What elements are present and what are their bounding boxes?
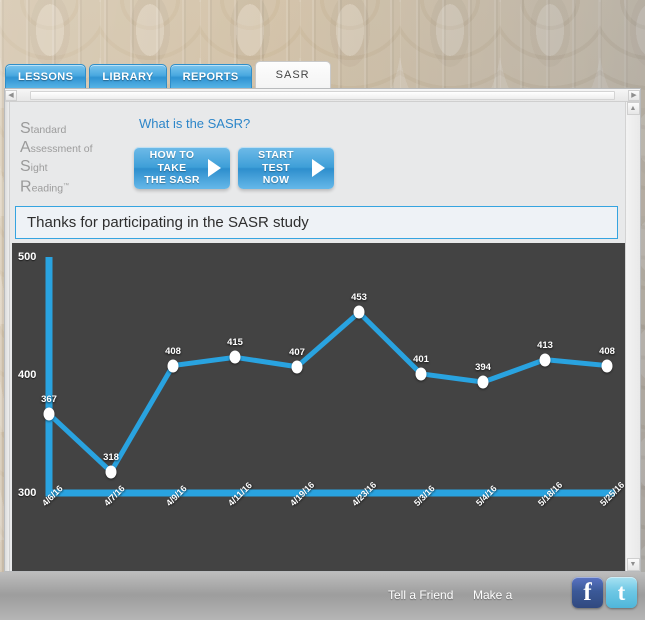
logo-text-assessment: ssessment of [30, 143, 93, 155]
start-test-line2: NOW [262, 174, 290, 187]
logo-text-reading: eading [31, 182, 64, 195]
arrow-right-icon [208, 159, 221, 177]
chart-point-label: 415 [227, 337, 243, 349]
start-test-label: START TEST NOW [245, 149, 307, 187]
tab-reports-label: REPORTS [182, 70, 239, 83]
tab-lessons-label: LESSONS [18, 70, 74, 83]
chart-data-point[interactable] [229, 350, 241, 364]
left-rail [5, 102, 10, 571]
logo-text-sight: ight [30, 162, 48, 174]
logo-line-standard: Standard [20, 120, 125, 139]
score-chart: 300 400 500 367 4/6/16 318 4/7/16 408 4/9/16 415 4… [12, 243, 625, 571]
app-viewport: ◀ ▶ ▲ ▼ Standard Assessment of Sight Rea… [4, 88, 641, 572]
make-a-link[interactable]: Make a [473, 588, 512, 602]
y-axis-tick-300: 300 [18, 487, 37, 499]
page-header: Standard Assessment of Sight Reading™ Wh… [12, 102, 625, 202]
thanks-banner-text: Thanks for participating in the SASR stu… [27, 214, 309, 231]
chart-point-label: 408 [165, 345, 181, 357]
tab-sasr-label: SASR [275, 69, 310, 81]
chart-data-point[interactable] [601, 359, 613, 373]
tab-bar: LESSONS LIBRARY REPORTS SASR [0, 60, 645, 88]
chart-point-label: 408 [599, 345, 615, 357]
logo-cap-s1: S [20, 120, 31, 137]
how-to-take-label: HOW TO TAKE THE SASR [141, 149, 203, 187]
y-axis-tick-500: 500 [18, 251, 37, 263]
chart-axis-rails [45, 257, 615, 497]
tab-reports[interactable]: REPORTS [169, 64, 252, 88]
how-to-take-line2: THE SASR [144, 174, 200, 187]
tab-library-label: LIBRARY [102, 70, 154, 83]
chart-plot-area: 300 400 500 367 4/6/16 318 4/7/16 408 4/9/16 415 4… [12, 243, 625, 571]
chart-data-line [47, 309, 608, 475]
y-axis-tick-400: 400 [18, 369, 37, 381]
chart-line-svg [45, 257, 615, 497]
logo-line-sight: Sight [20, 158, 125, 177]
how-to-take-sasr-button[interactable]: HOW TO TAKE THE SASR [134, 147, 230, 189]
twitter-icon[interactable]: t [606, 577, 637, 608]
logo-cap-s2: S [20, 158, 31, 175]
chart-data-point[interactable] [105, 465, 117, 479]
what-is-sasr-link[interactable]: What is the SASR? [139, 116, 250, 131]
trademark-icon: ™ [63, 183, 70, 189]
how-to-take-line1: HOW TO TAKE [149, 149, 195, 174]
chart-data-point[interactable] [167, 359, 179, 373]
chart-data-point[interactable] [43, 407, 55, 421]
chart-point-label: 453 [351, 292, 367, 304]
tell-a-friend-link[interactable]: Tell a Friend [388, 588, 453, 602]
sasr-logo: Standard Assessment of Sight Reading™ [20, 120, 125, 198]
start-test-now-button[interactable]: START TEST NOW [238, 147, 334, 189]
chart-data-point[interactable] [477, 375, 489, 389]
chart-point-label: 367 [41, 393, 57, 405]
logo-line-assessment: Assessment of [20, 139, 125, 158]
horizontal-scrollbar[interactable]: ◀ ▶ [5, 89, 640, 102]
chart-data-point[interactable] [539, 353, 551, 367]
chart-data-point[interactable] [353, 305, 365, 319]
facebook-icon[interactable]: f [572, 577, 603, 608]
tab-lessons[interactable]: LESSONS [5, 64, 87, 88]
scroll-down-icon[interactable]: ▼ [626, 558, 640, 571]
scroll-left-icon[interactable]: ◀ [5, 89, 17, 101]
chart-point-label: 401 [413, 353, 429, 365]
logo-line-reading: Reading™ [20, 177, 125, 198]
scroll-right-icon[interactable]: ▶ [628, 89, 640, 101]
logo-cap-r: R [20, 178, 32, 196]
header-button-row: HOW TO TAKE THE SASR START TEST NOW [134, 147, 334, 189]
page-content: Standard Assessment of Sight Reading™ Wh… [5, 102, 625, 571]
chart-point-label: 318 [103, 451, 119, 463]
chart-data-point[interactable] [415, 367, 427, 381]
thanks-banner: Thanks for participating in the SASR stu… [15, 206, 618, 239]
chart-point-label: 413 [537, 339, 553, 351]
tab-library[interactable]: LIBRARY [89, 64, 167, 88]
tab-sasr[interactable]: SASR [254, 61, 331, 88]
chart-data-point[interactable] [291, 360, 303, 374]
horizontal-scroll-thumb[interactable] [30, 90, 615, 100]
logo-text-standard: tandard [30, 124, 67, 136]
start-test-line1: START TEST [258, 149, 294, 174]
page-footer: Tell a Friend Make a f t [0, 572, 645, 620]
scroll-up-icon[interactable]: ▲ [626, 102, 640, 115]
chart-point-label: 394 [475, 362, 491, 374]
chart-point-label: 407 [289, 346, 305, 358]
vertical-scrollbar[interactable]: ▲ ▼ [625, 102, 640, 571]
logo-cap-a: A [20, 139, 31, 156]
arrow-right-icon [312, 159, 325, 177]
